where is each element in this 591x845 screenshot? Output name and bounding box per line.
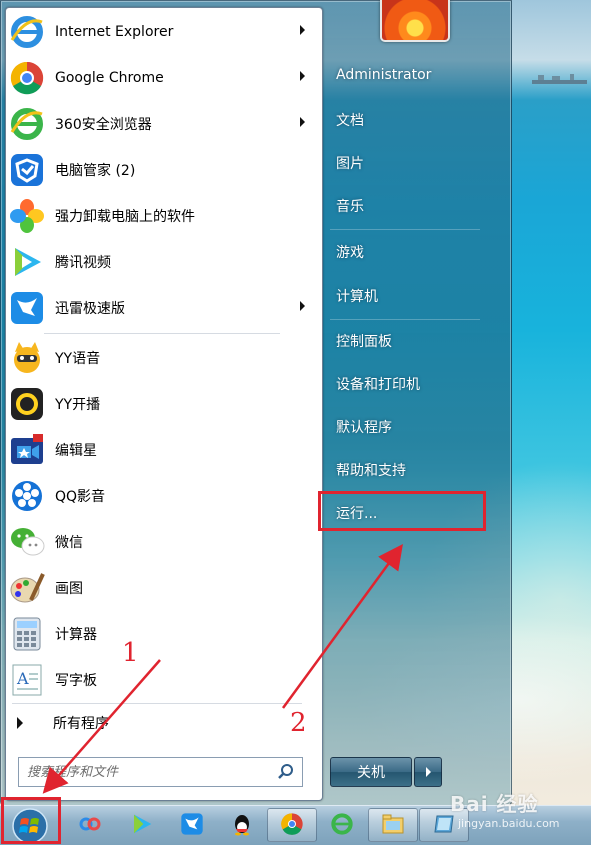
baidu-watermark-url: jingyan.baidu.com: [458, 817, 560, 830]
right-divider: [330, 319, 480, 320]
chevron-right-icon: [425, 767, 431, 777]
file-explorer-icon[interactable]: [379, 810, 407, 838]
program-pc-manager[interactable]: 电脑管家 (2): [5, 148, 305, 192]
program-wordpad[interactable]: A 写字板: [5, 658, 305, 702]
program-label: 360安全浏览器: [55, 117, 152, 133]
program-uninstaller[interactable]: 强力卸载电脑上的软件: [5, 194, 305, 238]
editor-star-icon: [7, 430, 47, 470]
program-label: 电脑管家 (2): [55, 163, 136, 179]
chrome-icon[interactable]: [278, 810, 306, 838]
right-item-administrator[interactable]: Administrator: [336, 67, 431, 83]
tencent-video-icon: [7, 242, 47, 282]
program-wechat[interactable]: 微信: [5, 520, 305, 564]
expand-arrow-icon: [17, 717, 23, 729]
program-internet-explorer[interactable]: Internet Explorer: [5, 10, 305, 54]
baidu-watermark: Bai 经验: [450, 792, 539, 816]
uninstaller-icon: [7, 196, 47, 236]
program-360-browser[interactable]: 360安全浏览器: [5, 102, 305, 146]
right-item-default-programs[interactable]: 默认程序: [336, 417, 392, 437]
wechat-icon: [7, 522, 47, 562]
shutdown-label: 关机: [357, 765, 385, 781]
program-label: YY开播: [55, 397, 101, 413]
program-label: QQ影音: [55, 489, 106, 505]
wordpad-icon: A: [7, 660, 47, 700]
program-yy-live[interactable]: YY开播: [5, 382, 305, 426]
program-tencent-video[interactable]: 腾讯视频: [5, 240, 305, 284]
svg-text:A: A: [16, 669, 29, 688]
qq-icon[interactable]: [228, 810, 256, 838]
xunlei-icon: [7, 288, 47, 328]
program-label: 编辑星: [55, 443, 97, 459]
right-divider: [330, 229, 480, 230]
submenu-arrow-icon: [300, 301, 305, 311]
360-browser-icon[interactable]: [328, 810, 356, 838]
program-label: 写字板: [55, 673, 97, 689]
ie-icon: [7, 12, 47, 52]
program-label: YY语音: [55, 351, 101, 367]
qq-player-icon: [7, 476, 47, 516]
step-1-label: 1: [122, 638, 139, 668]
calculator-icon: [7, 614, 47, 654]
all-programs-divider: [12, 703, 302, 704]
program-xunlei[interactable]: 迅雷极速版: [5, 286, 305, 330]
pc-manager-icon: [7, 150, 47, 190]
step-2-label: 2: [290, 708, 307, 738]
right-item-games[interactable]: 游戏: [336, 242, 364, 262]
program-calculator[interactable]: 计算器: [5, 612, 305, 656]
right-item-help-support[interactable]: 帮助和支持: [336, 460, 406, 480]
chrome-icon: [7, 58, 47, 98]
program-editor-star[interactable]: 编辑星: [5, 428, 305, 472]
yy-voice-icon: [7, 338, 47, 378]
right-item-pictures[interactable]: 图片: [336, 153, 364, 173]
shutdown-options-button[interactable]: [414, 757, 442, 787]
submenu-arrow-icon: [300, 25, 305, 35]
submenu-arrow-icon: [300, 71, 305, 81]
right-item-control-panel[interactable]: 控制面板: [336, 331, 392, 351]
boats-decoration: [532, 74, 587, 84]
program-paint[interactable]: 画图: [5, 566, 305, 610]
shutdown-button[interactable]: 关机: [330, 757, 412, 787]
search-icon[interactable]: [276, 762, 296, 782]
search-box[interactable]: [18, 757, 303, 787]
program-label: Internet Explorer: [55, 24, 174, 40]
program-label: Google Chrome: [55, 70, 164, 86]
xunlei-icon[interactable]: [178, 810, 206, 838]
360-browser-icon: [7, 104, 47, 144]
user-picture[interactable]: [380, 0, 450, 42]
right-item-documents[interactable]: 文档: [336, 110, 364, 130]
right-item-devices-printers[interactable]: 设备和打印机: [336, 374, 420, 394]
program-label: 迅雷极速版: [55, 301, 125, 317]
program-label: 微信: [55, 535, 83, 551]
program-label: 强力卸载电脑上的软件: [55, 209, 195, 225]
search-input[interactable]: [25, 758, 276, 786]
submenu-arrow-icon: [300, 117, 305, 127]
program-label: 腾讯视频: [55, 255, 111, 271]
yy-live-icon: [7, 384, 47, 424]
program-qq-player[interactable]: QQ影音: [5, 474, 305, 518]
tencent-video-icon[interactable]: [128, 810, 156, 838]
run-highlight-box: [318, 491, 486, 531]
all-programs-label: 所有程序: [53, 716, 109, 732]
program-google-chrome[interactable]: Google Chrome: [5, 56, 305, 100]
start-highlight-box: [1, 797, 61, 844]
paint-icon: [7, 568, 47, 608]
right-item-computer[interactable]: 计算机: [336, 286, 378, 306]
baidu-netdisk-icon[interactable]: [76, 810, 104, 838]
program-label: 计算器: [55, 627, 97, 643]
programs-divider: [44, 333, 280, 334]
right-item-music[interactable]: 音乐: [336, 196, 364, 216]
program-label: 画图: [55, 581, 83, 597]
program-yy-voice[interactable]: YY语音: [5, 336, 305, 380]
all-programs-button[interactable]: 所有程序: [5, 706, 305, 740]
